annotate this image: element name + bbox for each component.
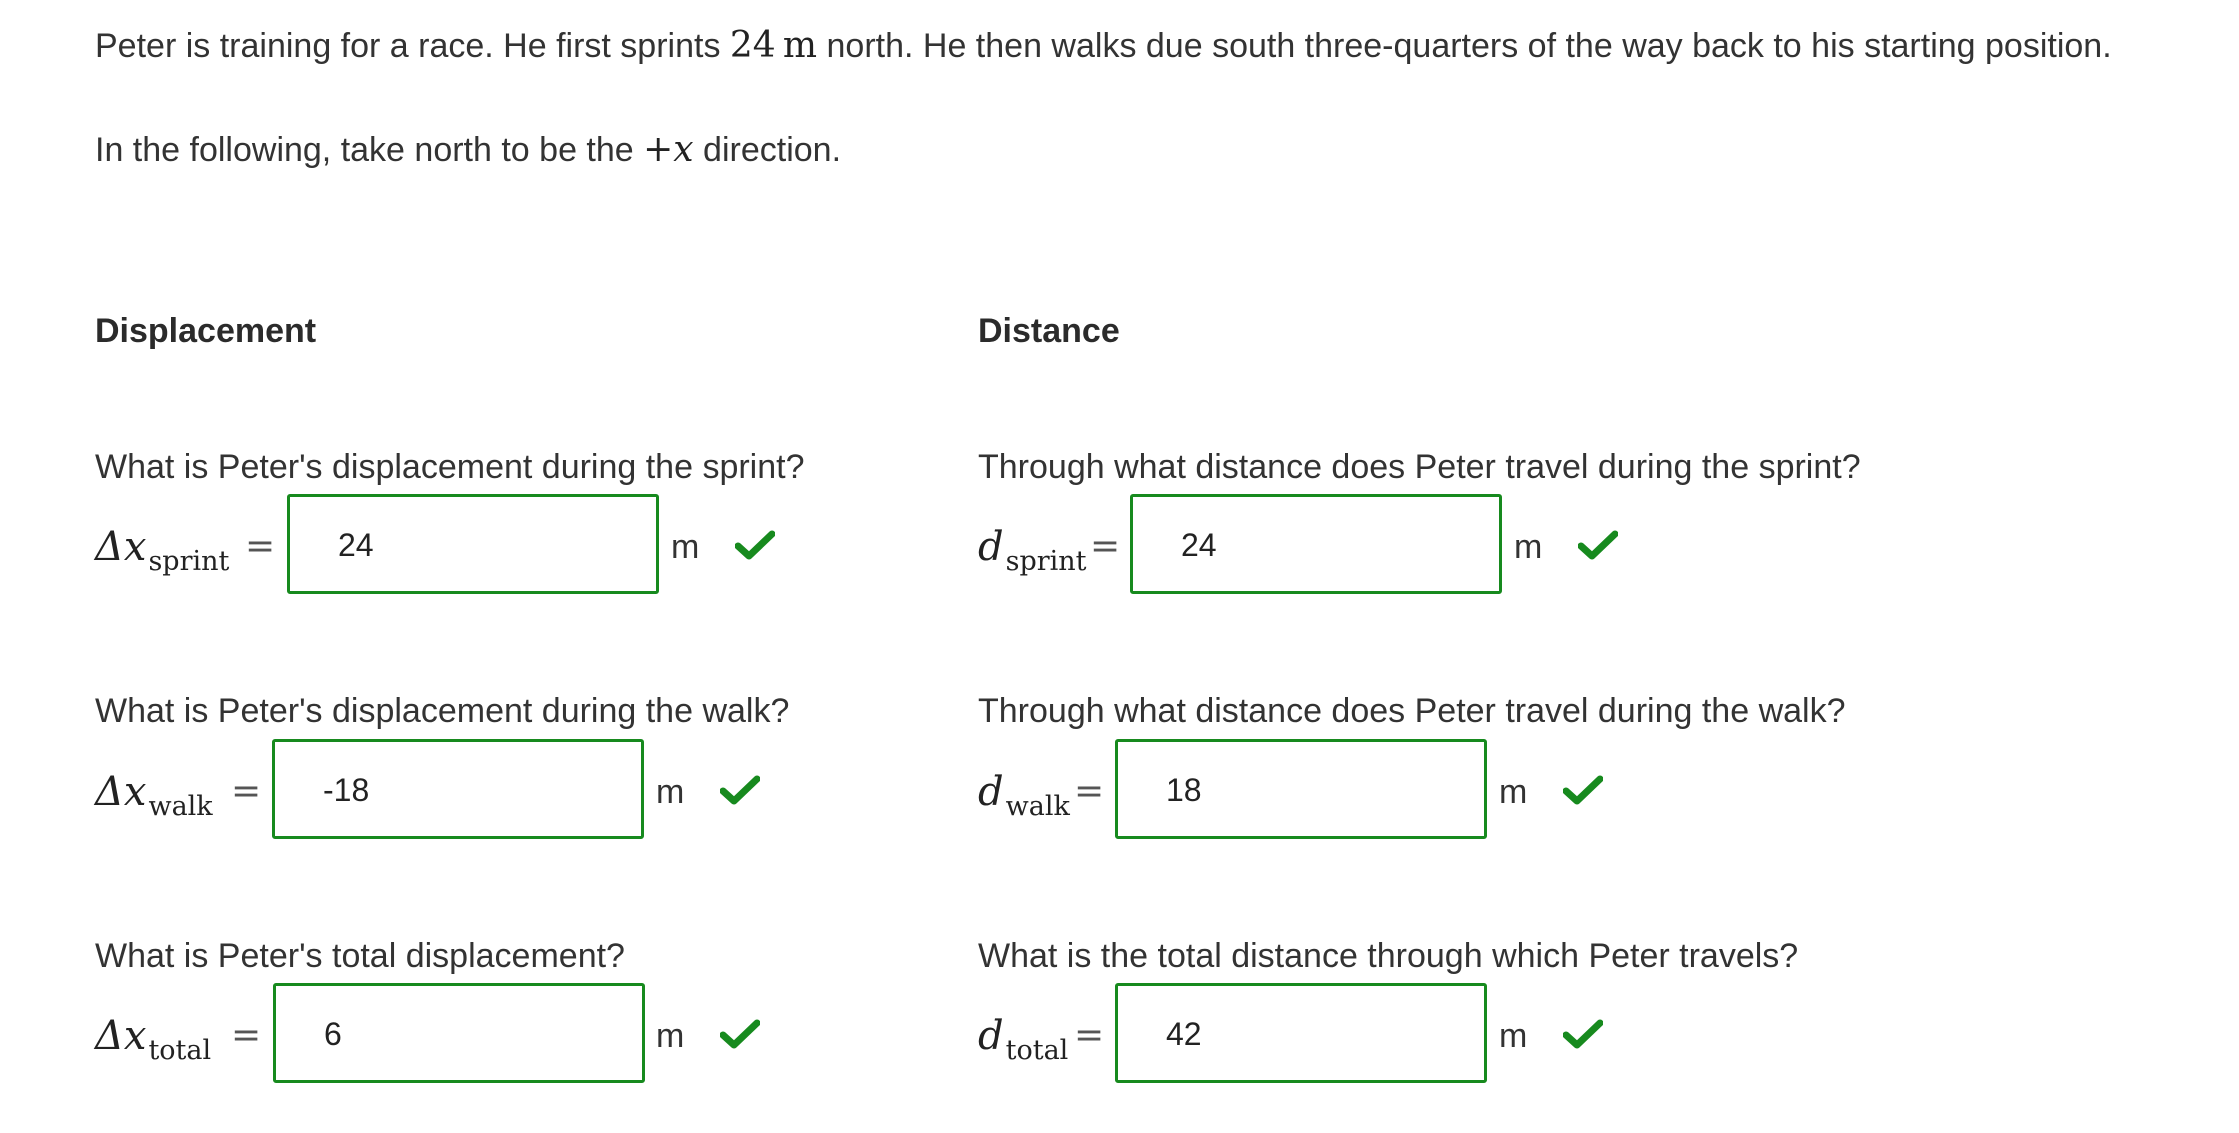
unit-label: m (671, 528, 700, 566)
equals-sign: = (1074, 771, 1105, 812)
problem-statement: Peter is training for a race. He first s… (95, 24, 2112, 67)
equals-sign: = (231, 771, 262, 812)
sprint-distance-math: 24 m (730, 25, 817, 66)
variable-symbol: d (978, 769, 1004, 815)
checkmark-icon (735, 530, 775, 560)
direction-variable-text: +x (643, 129, 694, 170)
unit-label: m (1499, 773, 1528, 811)
checkmark-icon (720, 775, 760, 805)
answer-row-displacement-total: Δxtotal = 6 m (95, 983, 795, 1089)
intro-text: Peter is training for a race. He first s… (95, 27, 730, 65)
question-displacement-total: What is Peter's total displacement? (95, 937, 625, 975)
sprint-unit: m (782, 25, 818, 66)
answer-row-distance-walk: dwalk = 18 m (978, 739, 1678, 845)
answer-row-distance-sprint: dsprint = 24 m (978, 494, 1678, 600)
direction-variable: +x (643, 129, 693, 170)
answer-value: -18 (323, 772, 370, 808)
answer-value: 6 (324, 1016, 342, 1052)
equals-sign: = (1074, 1015, 1105, 1056)
answer-value: 24 (1181, 527, 1217, 563)
variable-label: dsprint (978, 524, 1087, 577)
distance-title: Distance (978, 312, 1120, 350)
answer-input-distance-total[interactable]: 42 (1115, 983, 1487, 1083)
variable-symbol: d (978, 1013, 1004, 1059)
variable-symbol: Δx (95, 1013, 147, 1059)
answer-value: 24 (338, 527, 374, 563)
variable-subscript: total (148, 1035, 212, 1066)
direction-note: In the following, take north to be the +… (95, 128, 841, 171)
variable-label: Δxwalk (95, 769, 213, 822)
variable-label: Δxtotal (95, 1013, 211, 1066)
answer-input-displacement-total[interactable]: 6 (273, 983, 645, 1083)
variable-symbol: Δx (95, 524, 147, 570)
answer-value: 18 (1166, 772, 1202, 808)
variable-subscript: sprint (148, 546, 230, 577)
direction-text: In the following, take north to be the (95, 131, 644, 169)
unit-label: m (656, 773, 685, 811)
checkmark-icon (1578, 530, 1618, 560)
question-displacement-sprint: What is Peter's displacement during the … (95, 448, 805, 486)
answer-input-distance-walk[interactable]: 18 (1115, 739, 1487, 839)
variable-label: dtotal (978, 1013, 1068, 1066)
direction-text-end: direction. (693, 131, 842, 169)
variable-symbol: Δx (95, 769, 147, 815)
answer-row-displacement-walk: Δxwalk = -18 m (95, 739, 795, 845)
question-distance-sprint: Through what distance does Peter travel … (978, 448, 1861, 486)
answer-row-displacement-sprint: Δxsprint = 24 m (95, 494, 795, 600)
answer-input-displacement-walk[interactable]: -18 (272, 739, 644, 839)
variable-symbol: d (978, 524, 1004, 570)
answer-input-displacement-sprint[interactable]: 24 (287, 494, 659, 594)
variable-label: Δxsprint (95, 524, 229, 577)
variable-subscript: total (1005, 1035, 1069, 1066)
equals-sign: = (245, 526, 276, 567)
checkmark-icon (1563, 775, 1603, 805)
question-displacement-walk: What is Peter's displacement during the … (95, 692, 790, 730)
displacement-title: Displacement (95, 312, 317, 350)
intro-text-continued: north. He then walks due south three-qua… (817, 27, 2112, 65)
variable-label: dwalk (978, 769, 1070, 822)
unit-label: m (1514, 528, 1543, 566)
variable-subscript: sprint (1005, 546, 1087, 577)
equals-sign: = (231, 1015, 262, 1056)
checkmark-icon (1563, 1019, 1603, 1049)
variable-subscript: walk (1005, 791, 1070, 822)
answer-value: 42 (1166, 1016, 1202, 1052)
unit-label: m (656, 1017, 685, 1055)
answer-input-distance-sprint[interactable]: 24 (1130, 494, 1502, 594)
checkmark-icon (720, 1019, 760, 1049)
question-distance-walk: Through what distance does Peter travel … (978, 692, 1846, 730)
question-distance-total: What is the total distance through which… (978, 937, 1799, 975)
unit-label: m (1499, 1017, 1528, 1055)
sprint-number: 24 (729, 25, 776, 66)
equals-sign: = (1090, 526, 1121, 567)
variable-subscript: walk (148, 791, 213, 822)
answer-row-distance-total: dtotal = 42 m (978, 983, 1678, 1089)
